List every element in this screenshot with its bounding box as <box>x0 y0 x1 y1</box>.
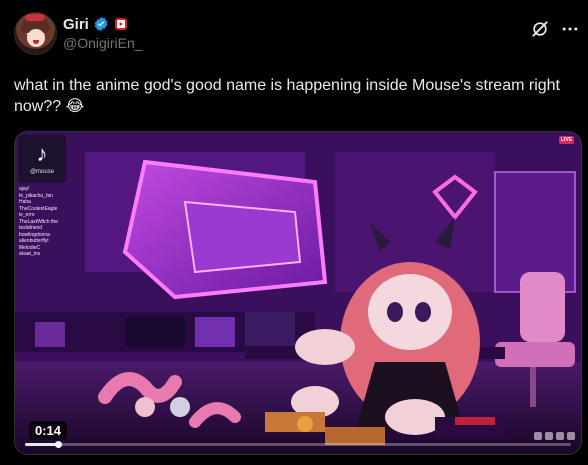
verified-badge-icon <box>94 17 108 31</box>
post-text: what in the anime god's good name is hap… <box>14 77 560 115</box>
video-player[interactable]: ♪ @mouse LIVE ajay! fe_pikachu_fan Haha … <box>14 131 582 455</box>
video-frame <box>15 132 581 454</box>
player-controls <box>534 432 575 440</box>
video-progress-handle[interactable] <box>54 441 62 448</box>
fullscreen-icon[interactable] <box>556 432 564 440</box>
stream-chat-overlay: ajay! fe_pikachu_fan Haha TheCoolestEagl… <box>19 186 91 258</box>
author-handle[interactable]: @OnigiriEn_ <box>63 35 143 51</box>
tiktok-username: @mouse <box>29 169 55 175</box>
author-display-name[interactable]: Giri <box>63 16 89 33</box>
video-progress-fill <box>25 443 58 446</box>
gif-icon[interactable] <box>534 432 542 440</box>
more-icon[interactable] <box>560 19 580 39</box>
chat-line: skaat_ins <box>19 251 41 257</box>
grok-icon[interactable] <box>530 19 550 39</box>
avatar[interactable] <box>14 12 57 55</box>
affiliate-badge-icon <box>114 18 127 30</box>
video-timestamp: 0:14 <box>29 421 68 440</box>
tiktok-icon: ♪ <box>36 141 48 166</box>
settings-icon[interactable] <box>545 432 553 440</box>
volume-icon[interactable] <box>567 432 575 440</box>
video-progress-bar[interactable] <box>25 441 571 448</box>
author-name-row: Giri <box>63 14 129 34</box>
tiktok-logo-badge: ♪ @mouse <box>18 135 66 183</box>
live-badge: LIVE <box>558 136 574 144</box>
